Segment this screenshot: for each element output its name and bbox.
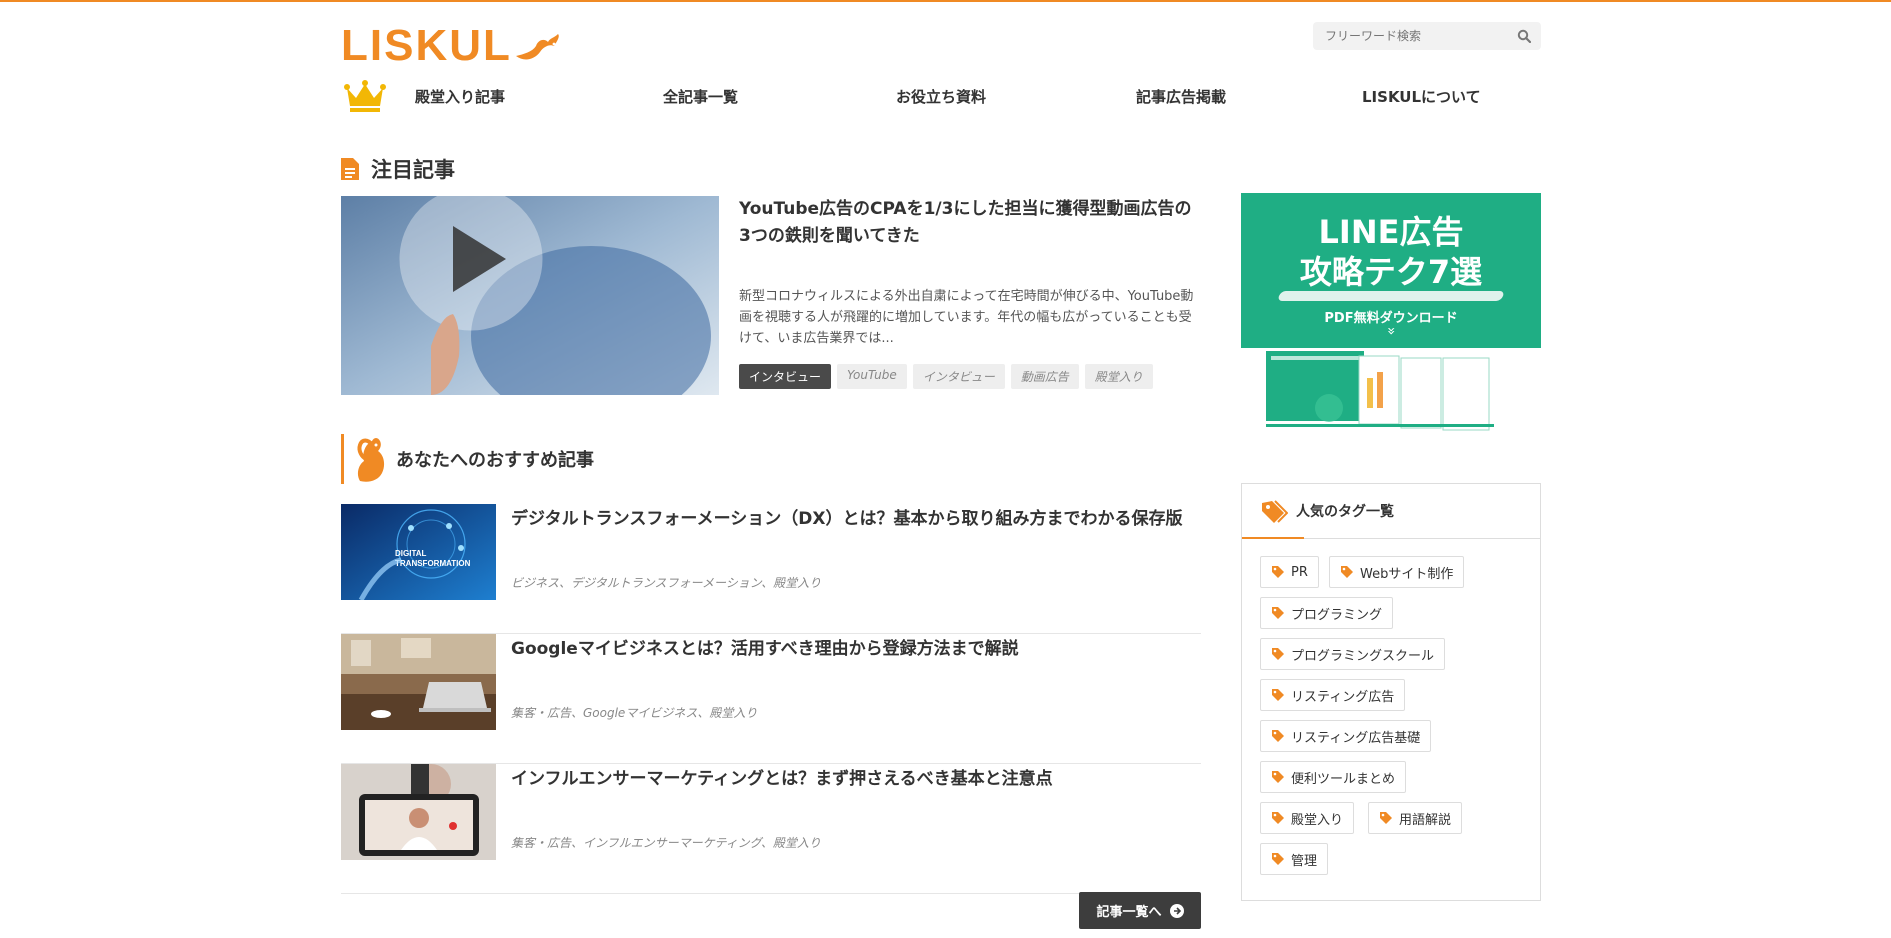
tag-pill-glossary[interactable]: 用語解説: [1368, 802, 1463, 834]
nav-item-advertise[interactable]: 記事広告掲載: [1136, 86, 1226, 107]
nav-item-resources[interactable]: お役立ち資料: [896, 86, 986, 107]
line-ad-banner[interactable]: LINE広告 攻略テク7選 PDF無料ダウンロード »: [1241, 193, 1541, 437]
nav-item-all-articles[interactable]: 全記事一覧: [663, 86, 738, 107]
tag-chip[interactable]: インタビュー: [912, 364, 1005, 389]
featured-section-heading: 注目記事: [341, 154, 455, 184]
tag-icon: [1272, 607, 1284, 619]
tag-label: 用語解説: [1399, 812, 1452, 828]
featured-article-description: 新型コロナウィルスによる外出自粛によって在宅時間が伸びる中、YouTube動画を…: [739, 289, 1194, 346]
search-input[interactable]: [1323, 28, 1517, 44]
crown-icon: [344, 80, 386, 112]
featured-tag-list: インタビュー YouTube インタビュー 動画広告 殿堂入り: [739, 364, 1153, 389]
tag-icon: [1272, 730, 1284, 742]
tags-icon: [1262, 500, 1288, 523]
popular-tags-title: 人気のタグ一覧: [1296, 504, 1394, 520]
tag-icon: [1272, 771, 1284, 783]
popular-tags-box: 人気のタグ一覧 PR Webサイト制作 プログラミング プログラミングスクール …: [1241, 483, 1541, 901]
site-logo[interactable]: LISKUL: [341, 21, 562, 70]
article-title[interactable]: インフルエンサーマーケティングとは？まず押さえるべき基本と注意点: [511, 766, 1201, 793]
tag-icon: [1272, 853, 1284, 865]
list-item[interactable]: DIGITAL TRANSFORMATION デジタルトランスフォーメーション（…: [341, 504, 1201, 634]
tag-chip[interactable]: YouTube: [837, 364, 907, 389]
tag-pill-listing[interactable]: リスティング広告: [1260, 679, 1406, 711]
recommended-section-title: あなたへのおすすめ記事: [396, 450, 594, 471]
tag-label: プログラミング: [1291, 607, 1383, 623]
article-categories: ビジネス、デジタルトランスフォーメーション、殿堂入り: [511, 576, 822, 590]
tag-label: リスティング広告: [1291, 689, 1395, 705]
featured-section-title: 注目記事: [371, 158, 455, 182]
logo-text: LISKUL: [341, 21, 512, 70]
influencer-phone-thumbnail: [341, 764, 496, 860]
tag-icon: [1380, 812, 1392, 824]
featured-article-title[interactable]: YouTube広告のCPAを1/3にした担当に獲得型動画広告の3つの鉄則を聞いて…: [739, 196, 1199, 250]
article-categories: 集客・広告、Googleマイビジネス、殿堂入り: [511, 706, 758, 720]
nav-item-about[interactable]: LISKULについて: [1362, 86, 1481, 107]
nav-item-hall-of-fame[interactable]: 殿堂入り記事: [415, 86, 505, 107]
tag-label: 便利ツールまとめ: [1291, 771, 1396, 787]
tag-icon: [1272, 689, 1284, 701]
tag-pill-pr[interactable]: PR: [1260, 556, 1319, 588]
featured-article-thumbnail[interactable]: [341, 196, 719, 395]
list-item[interactable]: Googleマイビジネスとは？活用すべき理由から登録方法まで解説 集客・広告、G…: [341, 634, 1201, 764]
tag-chip[interactable]: 動画広告: [1010, 364, 1079, 389]
tag-pill-hall-of-fame[interactable]: 殿堂入り: [1260, 802, 1355, 834]
popular-tags-heading: 人気のタグ一覧: [1242, 484, 1540, 539]
search-icon[interactable]: [1517, 29, 1531, 43]
tag-icon: [1272, 812, 1284, 824]
arrow-circle-right-icon: [1169, 903, 1184, 918]
svg-text:DIGITAL: DIGITAL: [395, 549, 427, 558]
squirrel-logo-icon: [515, 34, 559, 60]
cafe-laptop-thumbnail: [341, 634, 496, 730]
global-nav: 殿堂入り記事 全記事一覧 お役立ち資料 記事広告掲載 LISKULについて: [341, 76, 1541, 116]
document-icon: [341, 158, 359, 180]
tag-icon: [1341, 566, 1353, 578]
banner-header: LINE広告 攻略テク7選 PDF無料ダウンロード »: [1241, 193, 1541, 348]
tag-label: 管理: [1291, 853, 1318, 869]
recommended-section-heading: あなたへのおすすめ記事: [341, 434, 1201, 484]
squirrel-icon: [357, 438, 385, 482]
article-categories: 集客・広告、インフルエンサーマーケティング、殿堂入り: [511, 836, 821, 850]
tag-pill-web[interactable]: Webサイト制作: [1329, 556, 1465, 588]
tag-pill-management[interactable]: 管理: [1260, 843, 1329, 875]
tag-label: Webサイト制作: [1360, 566, 1454, 582]
tag-icon: [1272, 566, 1284, 578]
tag-label: 殿堂入り: [1291, 812, 1344, 828]
article-title[interactable]: Googleマイビジネスとは？活用すべき理由から登録方法まで解説: [511, 636, 1201, 663]
tag-pill-tools[interactable]: 便利ツールまとめ: [1260, 761, 1407, 793]
video-play-thumbnail-icon: [341, 196, 719, 395]
tag-icon: [1272, 648, 1284, 660]
tag-label: PR: [1291, 564, 1308, 580]
dx-article-thumbnail: DIGITAL TRANSFORMATION: [341, 504, 496, 600]
tag-pill-programming-school[interactable]: プログラミングスクール: [1260, 638, 1446, 670]
tag-label: プログラミングスクール: [1291, 648, 1435, 664]
article-title[interactable]: デジタルトランスフォーメーション（DX）とは？基本から取り組み方までわかる保存版: [511, 506, 1201, 533]
tag-pill-programming[interactable]: プログラミング: [1260, 597, 1394, 629]
article-list-button[interactable]: 記事一覧へ: [1079, 892, 1201, 929]
heading-accent-bar: [341, 434, 344, 484]
article-list-button-label: 記事一覧へ: [1096, 905, 1162, 920]
tag-pill-listing-basics[interactable]: リスティング広告基礎: [1260, 720, 1432, 752]
list-item[interactable]: インフルエンサーマーケティングとは？まず押さえるべき基本と注意点 集客・広告、イ…: [341, 764, 1201, 894]
svg-text:TRANSFORMATION: TRANSFORMATION: [395, 559, 471, 568]
tag-chip[interactable]: インタビュー: [739, 364, 832, 389]
search-box[interactable]: [1313, 22, 1541, 50]
tag-label: リスティング広告基礎: [1291, 730, 1421, 746]
pdf-preview-image: [1241, 348, 1541, 437]
recommended-list: DIGITAL TRANSFORMATION デジタルトランスフォーメーション（…: [341, 504, 1201, 894]
tag-chip[interactable]: 殿堂入り: [1084, 364, 1153, 389]
